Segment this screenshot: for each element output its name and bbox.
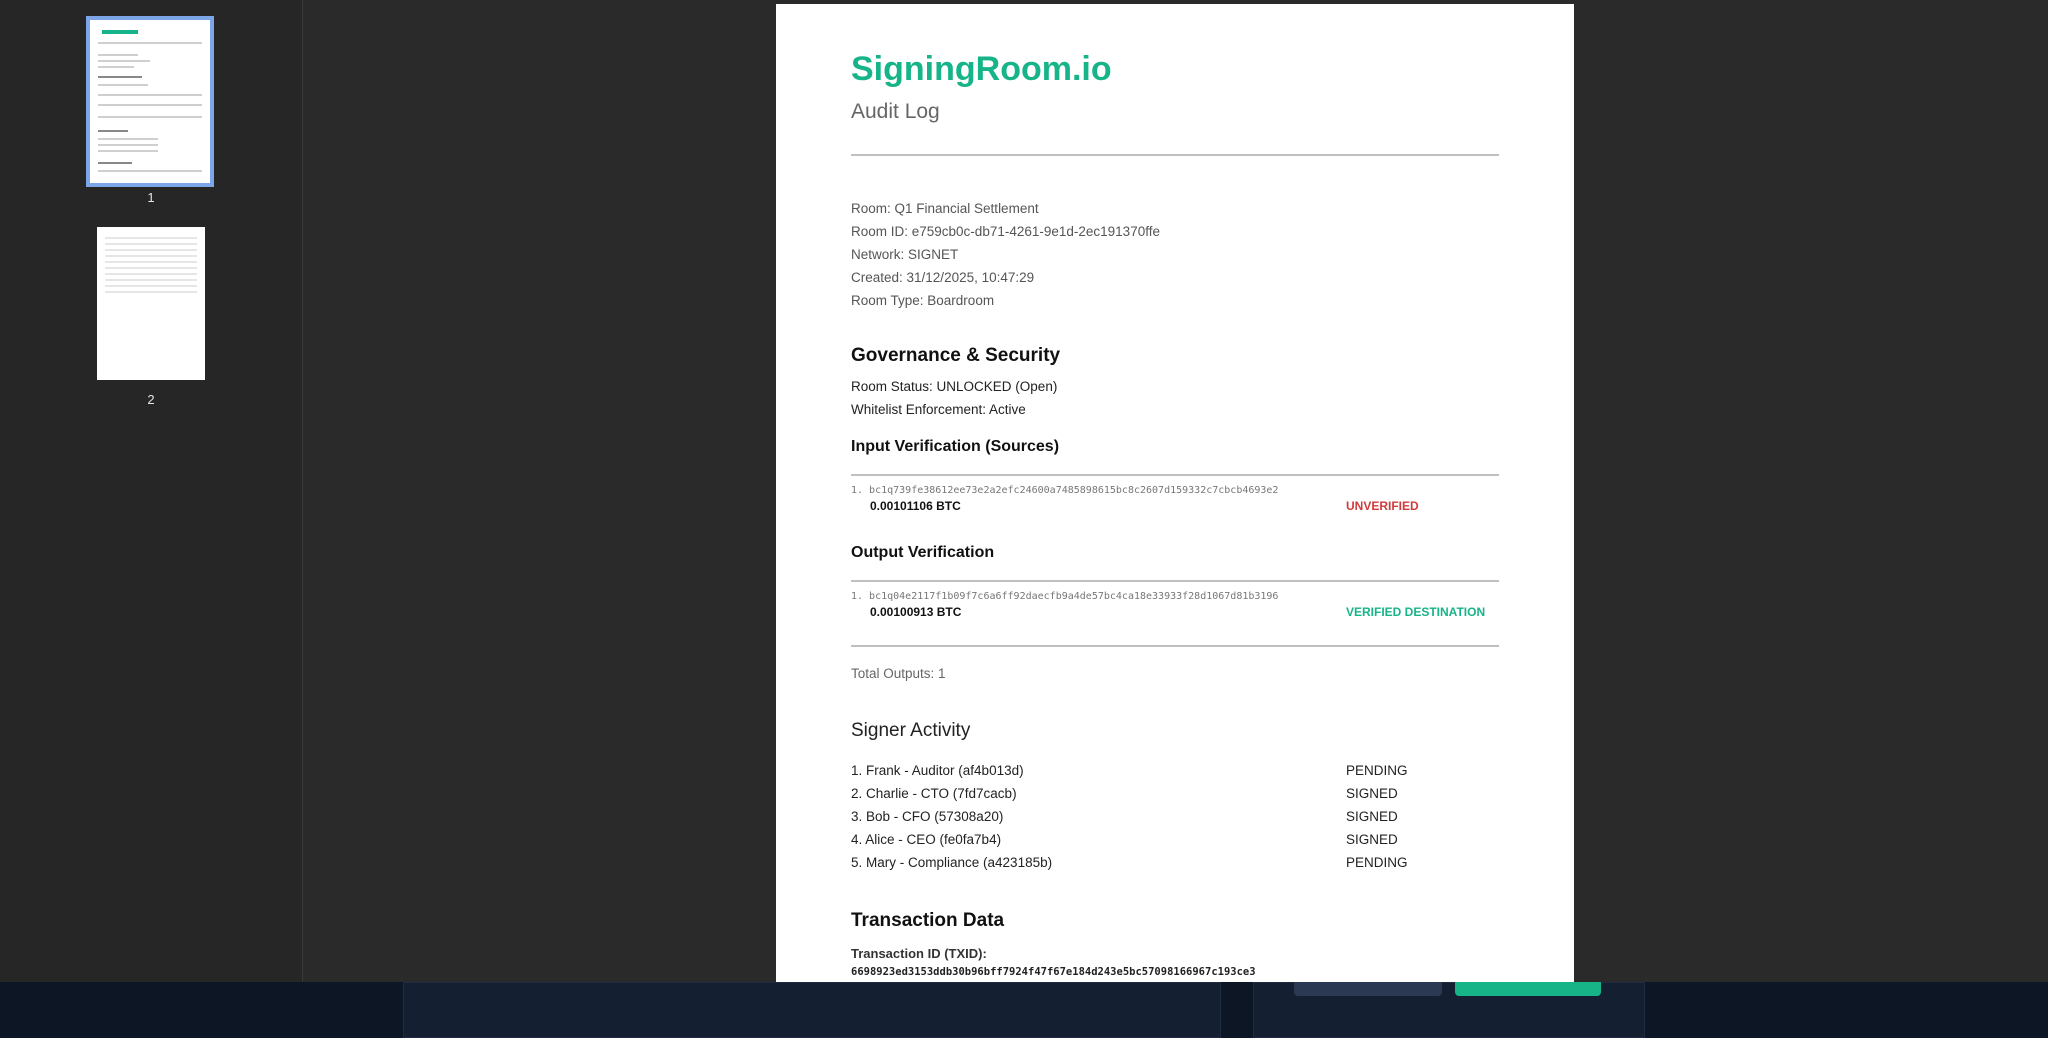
- thumbnail-sidebar: 1 2: [0, 0, 303, 982]
- background-panel-left: [403, 982, 1221, 1038]
- txid-value: 6698923ed3153ddb30b96bff7924f47f67e184d2…: [851, 966, 1256, 978]
- input-address: 1. bc1q739fe38612ee73e2a2efc24600a748589…: [851, 485, 1279, 496]
- signer-row: 3. Bob - CFO (57308a20) SIGNED: [851, 809, 1499, 831]
- input-status: UNVERIFIED: [1346, 499, 1419, 513]
- txid-label: Transaction ID (TXID):: [851, 946, 987, 961]
- signer-activity-heading: Signer Activity: [851, 720, 971, 741]
- signer-status: PENDING: [1346, 855, 1408, 870]
- input-verification-heading: Input Verification (Sources): [851, 438, 1060, 455]
- transaction-data-heading: Transaction Data: [851, 910, 1005, 931]
- signer-name: 4. Alice - CEO (fe0fa7b4): [851, 832, 1002, 847]
- document-subtitle: Audit Log: [851, 100, 940, 123]
- signer-status: SIGNED: [1346, 809, 1398, 824]
- governance-heading: Governance & Security: [851, 345, 1061, 366]
- input-divider: [851, 474, 1499, 476]
- meta-room: Room: Q1 Financial Settlement: [851, 201, 1039, 216]
- page-thumbnail-2[interactable]: [97, 227, 205, 380]
- pdf-page-1: SigningRoom.io Audit Log Room: Q1 Financ…: [776, 4, 1574, 982]
- header-divider: [851, 154, 1499, 156]
- signer-name: 5. Mary - Compliance (a423185b): [851, 855, 1053, 870]
- signer-row: 1. Frank - Auditor (af4b013d) PENDING: [851, 763, 1499, 785]
- brand-title: SigningRoom.io: [851, 50, 1112, 88]
- meta-network: Network: SIGNET: [851, 247, 959, 262]
- signer-row: 2. Charlie - CTO (7fd7cacb) SIGNED: [851, 786, 1499, 808]
- meta-created: Created: 31/12/2025, 10:47:29: [851, 270, 1035, 285]
- output-address: 1. bc1q04e2117f1b09f7c6a6ff92daecfb9a4de…: [851, 591, 1279, 602]
- signer-status: PENDING: [1346, 763, 1408, 778]
- output-verification-heading: Output Verification: [851, 544, 995, 561]
- meta-room-type: Room Type: Boardroom: [851, 293, 995, 308]
- signer-name: 2. Charlie - CTO (7fd7cacb): [851, 786, 1017, 801]
- signer-row: 4. Alice - CEO (fe0fa7b4) SIGNED: [851, 832, 1499, 854]
- output-divider-bottom: [851, 645, 1499, 647]
- signer-name: 1. Frank - Auditor (af4b013d): [851, 763, 1024, 778]
- signer-name: 3. Bob - CFO (57308a20): [851, 809, 1004, 824]
- page-thumbnail-1[interactable]: [90, 20, 210, 183]
- output-status: VERIFIED DESTINATION: [1346, 605, 1486, 619]
- output-divider-top: [851, 580, 1499, 582]
- total-outputs: Total Outputs: 1: [851, 666, 946, 681]
- room-status: Room Status: UNLOCKED (Open): [851, 379, 1058, 394]
- pdf-viewer: 1 2 SigningRoom.io Audit Log Room: Q1 Fi…: [0, 0, 2048, 982]
- signer-status: SIGNED: [1346, 786, 1398, 801]
- meta-room-id: Room ID: e759cb0c-db71-4261-9e1d-2ec1913…: [851, 224, 1160, 239]
- thumbnail-label-2: 2: [147, 392, 155, 407]
- thumbnail-label-1: 1: [147, 190, 155, 205]
- signer-row: 5. Mary - Compliance (a423185b) PENDING: [851, 855, 1499, 877]
- signer-status: SIGNED: [1346, 832, 1398, 847]
- whitelist-enforcement: Whitelist Enforcement: Active: [851, 402, 1026, 417]
